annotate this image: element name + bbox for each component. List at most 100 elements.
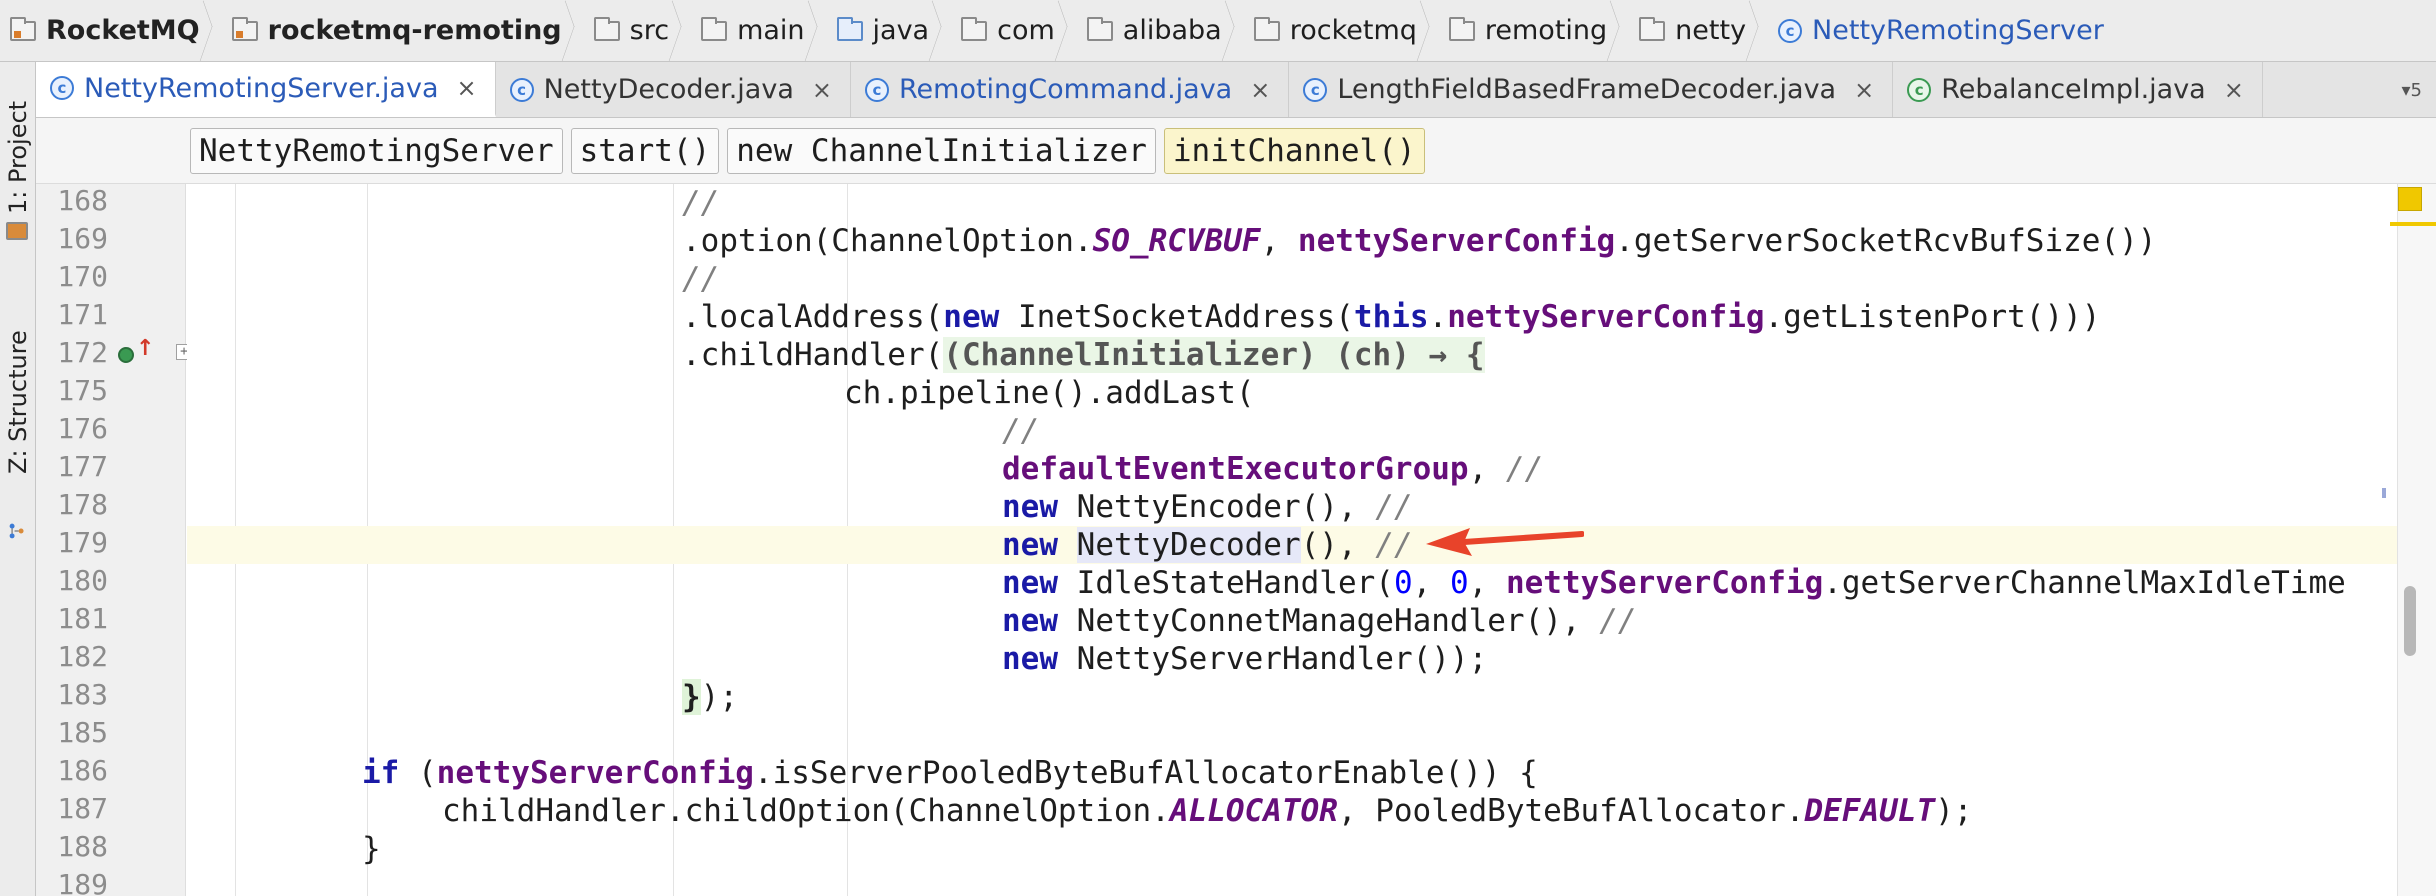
method-crumb-initchannel[interactable]: initChannel() — [1163, 127, 1425, 174]
field: nettyServerConfig — [1505, 565, 1824, 601]
keyword: new — [1002, 603, 1058, 639]
override-arrow-icon[interactable]: ↑ — [136, 336, 154, 361]
code-line-172: .childHandler((ChannelInitializer) (ch) … — [187, 336, 2397, 374]
breadcrumb-label: main — [737, 15, 805, 46]
folder-icon — [593, 16, 620, 41]
field: nettyServerConfig — [1297, 223, 1616, 259]
tab-label: NettyDecoder.java — [543, 74, 794, 105]
code-line-170: // — [187, 260, 2397, 298]
project-tool-tab[interactable]: 1: Project — [2, 72, 34, 242]
tab-label: RebalanceImpl.java — [1941, 74, 2206, 105]
tab-lengthfieldbasedframedecoder[interactable]: c LengthFieldBasedFrameDecoder.java × — [1289, 62, 1894, 117]
code-line-183: }); — [187, 678, 2397, 716]
breadcrumb-item-rocketmq-remoting[interactable]: rocketmq-remoting — [226, 0, 588, 61]
folder-icon — [1639, 16, 1666, 41]
line-number: 176 — [57, 412, 108, 445]
method-crumb-start[interactable]: start() — [570, 127, 720, 174]
line-number: 177 — [57, 450, 108, 483]
breadcrumb-label: RocketMQ — [46, 15, 200, 46]
code-line-176: // — [187, 412, 2397, 450]
tab-nettydecoder[interactable]: c NettyDecoder.java × — [496, 62, 851, 117]
breadcrumb-item-src[interactable]: src — [588, 0, 695, 61]
structure-tool-tab[interactable]: Z: Structure — [2, 282, 34, 522]
editor-tab-bar: c NettyRemotingServer.java × c NettyDeco… — [36, 62, 2436, 118]
code-text: NettyServerHandler()); — [1058, 641, 1488, 677]
code-line-171: .localAddress(new InetSocketAddress(this… — [187, 298, 2397, 336]
keyword: new — [1002, 489, 1058, 525]
matched-brace: } — [682, 679, 701, 715]
breadcrumb-item-netty[interactable]: netty — [1633, 0, 1772, 61]
code-text: InetSocketAddress( — [999, 299, 1354, 335]
breadcrumb-item-java[interactable]: java — [831, 0, 956, 61]
tab-overflow-button[interactable]: ▾5 — [2402, 80, 2423, 101]
code-line-181: new NettyConnetManageHandler(), // — [187, 602, 2397, 640]
close-icon[interactable]: × — [1854, 76, 1874, 104]
structure-icon[interactable] — [6, 522, 28, 540]
breadcrumb-item-rocketmq[interactable]: RocketMQ — [4, 0, 226, 61]
folder-icon — [1086, 16, 1113, 41]
code-text: , — [1412, 565, 1450, 601]
method-crumb-class[interactable]: NettyRemotingServer — [190, 127, 563, 174]
project-icon[interactable] — [6, 222, 28, 240]
tab-remotingcommand[interactable]: c RemotingCommand.java × — [851, 62, 1290, 117]
vertical-scrollbar[interactable] — [2404, 586, 2416, 656]
class-icon: c — [509, 77, 534, 102]
keyword: if — [362, 755, 400, 791]
number-literal: 0 — [1393, 565, 1413, 601]
breadcrumb-label: remoting — [1484, 15, 1608, 46]
code-text: (), — [1300, 527, 1376, 563]
code-text: , — [1260, 223, 1298, 259]
breadcrumb-label: rocketmq — [1289, 15, 1417, 46]
breadcrumb-item-remoting[interactable]: remoting — [1443, 0, 1633, 61]
line-number: 187 — [57, 792, 108, 825]
line-number: 188 — [57, 830, 108, 863]
code-text: , — [1468, 451, 1506, 487]
tab-label: LengthFieldBasedFrameDecoder.java — [1337, 74, 1837, 105]
inspection-status-icon[interactable] — [2398, 187, 2422, 211]
breadcrumb-item-main[interactable]: main — [695, 0, 830, 61]
method-crumb-channelinitializer[interactable]: new ChannelInitializer — [727, 127, 1156, 174]
close-icon[interactable]: × — [1250, 76, 1270, 104]
code-line-175: ch.pipeline().addLast( — [187, 374, 2397, 412]
module-folder-icon — [10, 16, 36, 41]
comment: // — [1375, 489, 1413, 525]
warning-stripe-mark[interactable] — [2390, 222, 2436, 226]
field: nettyServerConfig — [1447, 299, 1765, 335]
breadcrumb-item-com[interactable]: com — [955, 0, 1081, 61]
constant: DEFAULT — [1804, 793, 1936, 829]
code-text: ch.pipeline().addLast( — [844, 375, 1255, 411]
change-marker[interactable] — [2382, 488, 2386, 498]
keyword: new — [1002, 565, 1058, 601]
code-line-168: // — [187, 184, 2397, 222]
comment: // — [682, 261, 720, 297]
highlighted-identifier[interactable]: NettyDecoder — [1076, 527, 1301, 563]
folder-icon — [701, 16, 728, 41]
code-text: NettyConnetManageHandler(), — [1058, 603, 1600, 639]
tab-nettyremotingserver[interactable]: c NettyRemotingServer.java × — [36, 62, 496, 117]
folded-lambda[interactable]: (ChannelInitializer) (ch) → { — [943, 337, 1485, 373]
line-number: 172 — [57, 336, 108, 369]
code-line-169: .option(ChannelOption.SO_RCVBUF, nettySe… — [187, 222, 2397, 260]
error-stripe-panel[interactable] — [2397, 184, 2436, 896]
line-number: 179 — [57, 526, 108, 559]
close-icon[interactable]: × — [2224, 76, 2244, 104]
breadcrumb-item-rocketmq-package[interactable]: rocketmq — [1248, 0, 1443, 61]
code-text: .childHandler( — [682, 337, 944, 373]
line-number: 170 — [57, 260, 108, 293]
annotation-arrow-icon — [1426, 528, 1584, 556]
line-number: 186 — [57, 754, 108, 787]
close-icon[interactable]: × — [812, 76, 832, 104]
breadcrumb-item-nettyremotingserver[interactable]: c NettyRemotingServer — [1772, 0, 2130, 61]
line-number: 171 — [57, 298, 108, 331]
navigation-breadcrumb: RocketMQ rocketmq-remoting src main java… — [0, 0, 2436, 62]
code-line-188: } — [187, 830, 2397, 868]
close-icon[interactable]: × — [457, 74, 477, 102]
keyword: new — [1002, 641, 1058, 677]
implements-marker-icon[interactable] — [118, 347, 134, 363]
tab-rebalanceimpl[interactable]: c RebalanceImpl.java × — [1893, 62, 2263, 117]
editor-gutter[interactable]: 168 169 170 171 172 175 176 177 178 179 … — [36, 184, 186, 896]
code-editor[interactable]: // .option(ChannelOption.SO_RCVBUF, nett… — [187, 184, 2397, 896]
breadcrumb-item-alibaba[interactable]: alibaba — [1081, 0, 1248, 61]
